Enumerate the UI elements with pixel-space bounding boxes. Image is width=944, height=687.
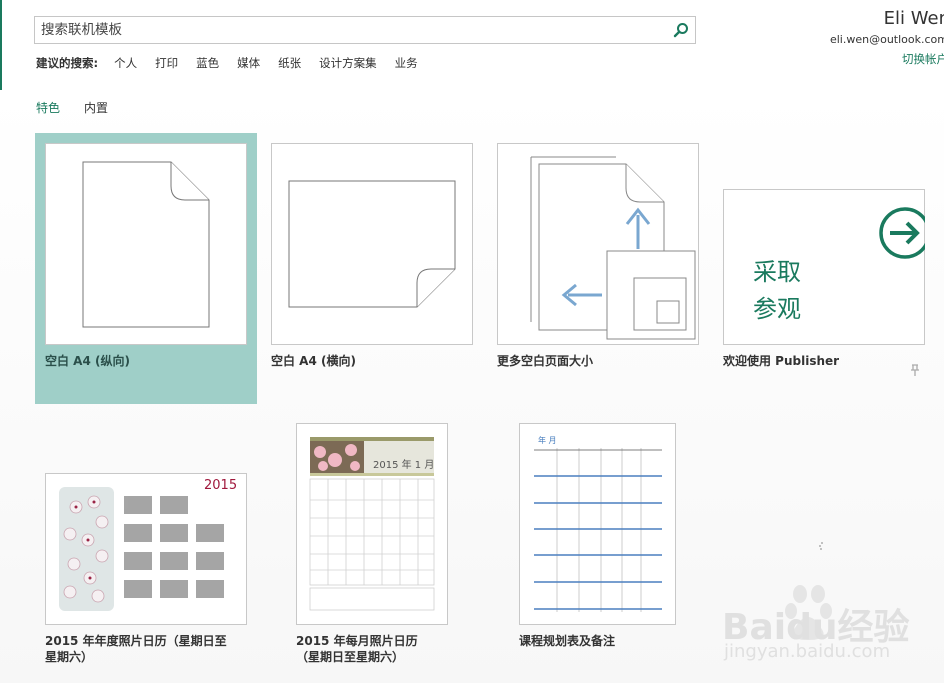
suggested-search-media[interactable]: 媒体 bbox=[237, 55, 260, 71]
template-welcome-publisher[interactable]: 采取 参观 bbox=[723, 189, 925, 345]
tour-text-line2: 参观 bbox=[753, 295, 801, 323]
template-caption: 空白 A4 (纵向) bbox=[45, 354, 130, 368]
suggested-searches: 建议的搜索: 个人 打印 蓝色 媒体 纸张 设计方案集 业务 bbox=[36, 54, 436, 72]
template-blank-a4-landscape[interactable] bbox=[271, 143, 473, 345]
page-sizes-icon bbox=[530, 156, 696, 340]
template-caption-line2: （星期日至星期六） bbox=[296, 650, 405, 664]
search-icon[interactable] bbox=[673, 22, 689, 38]
account-name: Eli Wen bbox=[883, 8, 944, 29]
blank-portrait-page-icon bbox=[82, 161, 210, 328]
calendar-month-title: 2015 年 1 月 bbox=[373, 460, 435, 471]
template-tabs: 特色 内置 bbox=[36, 99, 132, 116]
template-caption: 2015 年年度照片日历（星期日至 星期六） bbox=[45, 633, 227, 665]
search-box[interactable] bbox=[34, 16, 696, 44]
tab-featured[interactable]: 特色 bbox=[36, 99, 60, 116]
tour-text-line1: 采取 bbox=[753, 258, 801, 286]
arrow-right-circle-icon bbox=[879, 207, 925, 259]
monthly-calendar-preview bbox=[309, 437, 435, 611]
planner-title: 年 月 bbox=[538, 436, 557, 445]
account-panel: Eli Wen eli.wen@outlook.com 切换帐户 bbox=[804, 8, 944, 67]
blank-landscape-page-icon bbox=[288, 180, 456, 308]
suggested-search-design-sets[interactable]: 设计方案集 bbox=[319, 55, 377, 71]
loading-indicator-icon bbox=[819, 542, 823, 550]
calendar-year: 2015 bbox=[204, 478, 238, 493]
search-input[interactable] bbox=[41, 20, 661, 40]
suggested-search-business[interactable]: 业务 bbox=[395, 55, 418, 71]
template-caption: 欢迎使用 Publisher bbox=[723, 354, 840, 368]
template-caption: 课程规划表及备注 bbox=[519, 634, 616, 648]
template-caption-line1: 2015 年每月照片日历 bbox=[296, 634, 418, 648]
baidu-watermark: Baidu经验 jingyan.baidu.com bbox=[722, 578, 944, 683]
suggested-searches-label: 建议的搜索: bbox=[36, 56, 99, 70]
annual-calendar-preview bbox=[59, 487, 224, 611]
watermark-url: jingyan.baidu.com bbox=[724, 641, 891, 662]
template-course-planner[interactable]: 年 月 bbox=[519, 423, 676, 625]
template-caption: 空白 A4 (横向) bbox=[271, 354, 356, 368]
suggested-search-paper[interactable]: 纸张 bbox=[278, 55, 301, 71]
suggested-search-blue[interactable]: 蓝色 bbox=[196, 55, 219, 71]
template-caption-line2: 星期六） bbox=[45, 650, 94, 664]
template-monthly-photo-calendar[interactable]: 2015 年 1 月 bbox=[296, 423, 448, 625]
tab-built-in[interactable]: 内置 bbox=[84, 99, 108, 116]
suggested-search-personal[interactable]: 个人 bbox=[114, 55, 137, 71]
course-planner-preview bbox=[534, 448, 662, 612]
pin-icon[interactable] bbox=[910, 364, 920, 376]
template-annual-photo-calendar[interactable]: 2015 bbox=[45, 473, 247, 625]
template-thumbnail-portrait[interactable] bbox=[45, 143, 247, 345]
template-caption: 更多空白页面大小 bbox=[497, 354, 594, 368]
account-email: eli.wen@outlook.com bbox=[829, 33, 944, 46]
template-more-blank-sizes[interactable] bbox=[497, 143, 699, 345]
switch-account-link[interactable]: 切换帐户 bbox=[804, 51, 944, 67]
template-caption: 2015 年每月照片日历 （星期日至星期六） bbox=[296, 633, 418, 665]
suggested-search-print[interactable]: 打印 bbox=[155, 55, 178, 71]
template-caption-line1: 2015 年年度照片日历（星期日至 bbox=[45, 634, 227, 648]
